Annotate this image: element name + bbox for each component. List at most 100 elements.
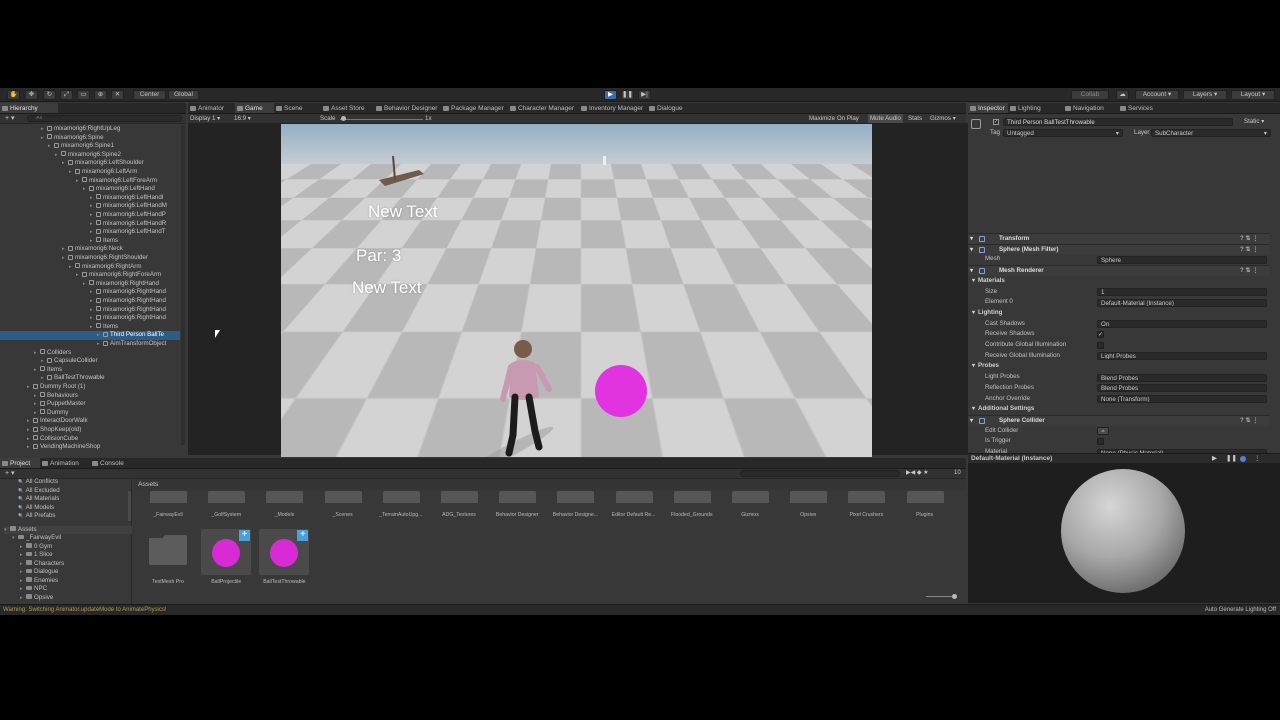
tab-game[interactable]: Game	[235, 103, 274, 114]
inspector-row-edit-collider-label[interactable]: Edit Collider ⟑	[968, 426, 1270, 437]
folder-icon[interactable]	[674, 491, 711, 503]
hierarchy-item[interactable]: ▸ Items	[0, 366, 180, 375]
layer-dropdown[interactable]: SubCharacter ▾	[1151, 129, 1271, 137]
folder-label[interactable]: _TerrainAutoUpg...	[373, 512, 429, 518]
preview-play-icon[interactable]: ▶	[1212, 454, 1217, 463]
tab-inspector[interactable]: Inspector	[968, 103, 1008, 114]
field-value[interactable]: Sphere	[1097, 256, 1267, 264]
project-folder-item[interactable]: ▸ Enemies	[20, 577, 58, 586]
object-name-field[interactable]: Third Person BallTestThrowable	[1003, 118, 1233, 126]
account-dropdown[interactable]: Account ▾	[1135, 90, 1179, 100]
asset-label[interactable]: BallTestThrowable	[256, 579, 312, 585]
prefab-thumbnail[interactable]: +	[201, 529, 251, 575]
hierarchy-search-input[interactable]: All	[27, 115, 182, 122]
folder-icon[interactable]	[790, 491, 827, 503]
folder-label[interactable]: Behavior Designe...	[547, 512, 603, 518]
hierarchy-item[interactable]: ▸ BallTestThrowable	[0, 374, 180, 383]
folder-icon[interactable]	[441, 491, 478, 503]
project-folder-item[interactable]: ▸ 0 Gym	[20, 543, 52, 552]
foldout-arrow-icon[interactable]: ▾	[972, 276, 975, 287]
foldout-arrow-icon[interactable]: ▾	[972, 404, 975, 415]
pivot-center-button[interactable]: Center	[133, 90, 166, 100]
play-button[interactable]: ▶	[604, 90, 617, 100]
hierarchy-item[interactable]: ▸ mixamorig6:Spine2	[0, 151, 180, 160]
hierarchy-item[interactable]: ▸ mixamorig6:LeftHandM	[0, 202, 180, 211]
hierarchy-item[interactable]: ▸ Dummy Root (1)	[0, 383, 180, 392]
foldout-arrow-icon[interactable]: ▾	[970, 416, 973, 426]
layout-dropdown[interactable]: Layout ▾	[1231, 90, 1275, 100]
aspect-dropdown[interactable]: 16:9 ▾	[234, 115, 251, 123]
hierarchy-item[interactable]: ▸ mixamorig6:LeftHandP	[0, 211, 180, 220]
prefab-thumbnail[interactable]: +	[259, 529, 309, 575]
checkbox[interactable]: ✓	[1097, 331, 1104, 338]
component-menu-icon[interactable]: ? ⇅ ⋮	[1240, 245, 1259, 255]
foldout-arrow-icon[interactable]: ▾	[970, 266, 973, 276]
project-folder-item[interactable]: ▸ Opsive	[20, 594, 53, 603]
folder-label[interactable]: _Models	[256, 512, 312, 518]
foldout-arrow-icon[interactable]: ▾	[970, 245, 973, 255]
active-checkbox[interactable]: ✓	[993, 119, 999, 125]
tab-navigation[interactable]: Navigation	[1063, 103, 1118, 114]
tab-scene[interactable]: Scene	[274, 103, 321, 114]
hierarchy-item[interactable]: ▸ mixamorig6:Neck	[0, 245, 180, 254]
step-button[interactable]: ▶|	[638, 90, 651, 100]
project-breadcrumb[interactable]: Assets	[134, 479, 966, 490]
inspector-row-cast-shadows-label[interactable]: Cast Shadows On	[968, 319, 1270, 330]
tab-lighting[interactable]: Lighting	[1008, 103, 1063, 114]
gizmos-dropdown[interactable]: Gizmos ▾	[930, 115, 956, 123]
rotate-tool-icon[interactable]: ↻	[43, 90, 56, 100]
field-value[interactable]: Blend Probes	[1097, 384, 1267, 392]
project-folder-item[interactable]: ▸ 1 Slice	[20, 551, 53, 560]
checkbox[interactable]	[1097, 342, 1104, 349]
folder-label[interactable]: _FairwayEvil	[140, 512, 196, 518]
folder-label[interactable]: _Scenes	[315, 512, 371, 518]
inspector-row-transform[interactable]: ▾ Transform ? ⇅ ⋮	[968, 233, 1270, 244]
scale-slider-handle[interactable]	[341, 116, 346, 121]
inspector-row-size-label[interactable]: Size 1	[968, 287, 1270, 298]
folder-icon[interactable]	[208, 491, 245, 503]
hierarchy-item[interactable]: ▸ Dummy	[0, 409, 180, 418]
folder-icon[interactable]	[907, 491, 944, 503]
hierarchy-item[interactable]: ▸ mixamorig6:RightShoulder	[0, 254, 180, 263]
project-folder-item[interactable]: ▾ _FairwayEvil	[12, 534, 61, 543]
hand-tool-icon[interactable]: ✋	[7, 90, 20, 100]
folder-label[interactable]: _GolfSystem	[198, 512, 254, 518]
hierarchy-item[interactable]: ▸ mixamorig6:RightHand	[0, 288, 180, 297]
inspector-row-mesh-renderer[interactable]: ▾ Mesh Renderer ? ⇅ ⋮	[968, 265, 1270, 276]
inspector-row-anchor-override-label[interactable]: Anchor Override None (Transform)	[968, 394, 1270, 405]
foldout-arrow-icon[interactable]: ▾	[970, 234, 973, 244]
folder-label[interactable]: Flooded_Grounds	[664, 512, 720, 518]
foldout-arrow-icon[interactable]: ▾	[972, 361, 975, 372]
project-folder-item[interactable]: ▸ NPC	[20, 585, 47, 594]
field-value[interactable]: Blend Probes	[1097, 374, 1267, 382]
hierarchy-item[interactable]: ▸ PuppetMaster	[0, 400, 180, 409]
field-value[interactable]: On	[1097, 320, 1267, 328]
folder-label[interactable]: Behavior Designer	[489, 512, 545, 518]
preview-sphere-icon[interactable]	[1240, 456, 1246, 462]
pivot-global-button[interactable]: Global	[168, 90, 199, 100]
hierarchy-item[interactable]: ▸ Behaviours	[0, 392, 180, 401]
hierarchy-item[interactable]: ▸ mixamorig6:LeftShoulder	[0, 159, 180, 168]
hierarchy-item[interactable]: ▸ Colliders	[0, 349, 180, 358]
hierarchy-item[interactable]: ▸ mixamorig6:RightHand	[0, 306, 180, 315]
folder-icon[interactable]	[616, 491, 653, 503]
hierarchy-item[interactable]: ▸ mixamorig6:RightForeArm	[0, 271, 180, 280]
hierarchy-item[interactable]: ▸ mixamorig6:LeftHandT	[0, 228, 180, 237]
folder-label[interactable]: Plugins	[897, 512, 953, 518]
hierarchy-item[interactable]: ▸ CapsuleCollider	[0, 357, 180, 366]
collab-button[interactable]: Collab	[1071, 90, 1109, 100]
tab-asset-store[interactable]: Asset Store	[321, 103, 374, 114]
hierarchy-item[interactable]: ▸ mixamorig6:LeftHandR	[0, 220, 180, 229]
hierarchy-item[interactable]: ▸ mixamorig6:LeftForeArm	[0, 177, 180, 186]
asset-label[interactable]: BallProjectile	[198, 579, 254, 585]
status-warning[interactable]: Warning: Switching Animator.updateMode t…	[3, 605, 167, 615]
hierarchy-item[interactable]: ▸ ShopKeep(old)	[0, 426, 180, 435]
cloud-icon[interactable]: ☁	[1116, 90, 1129, 100]
hierarchy-item[interactable]: ▸ mixamorig6:Spine1	[0, 142, 180, 151]
inspector-row-reflection-probes-label[interactable]: Reflection Probes Blend Probes	[968, 383, 1270, 394]
inspector-row-mesh-label[interactable]: Mesh Sphere	[968, 254, 1270, 265]
stats-button[interactable]: Stats	[908, 115, 922, 123]
folder-icon[interactable]	[266, 491, 303, 503]
scale-slider-track[interactable]	[340, 119, 423, 120]
field-value[interactable]: Default-Material (Instance)	[1097, 299, 1267, 307]
